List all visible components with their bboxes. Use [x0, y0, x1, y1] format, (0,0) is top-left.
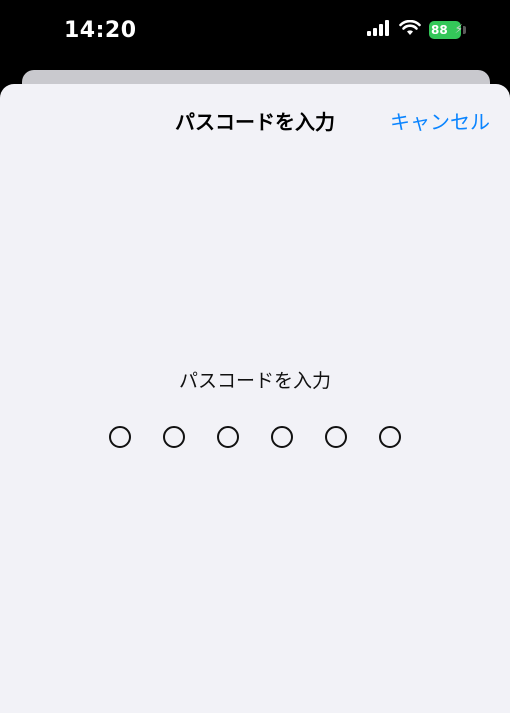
- passcode-dot: [325, 426, 347, 448]
- passcode-sheet: パスコードを入力 キャンセル パスコードを入力: [0, 84, 510, 713]
- passcode-dot: [163, 426, 185, 448]
- cancel-button[interactable]: キャンセル: [390, 106, 490, 135]
- wifi-icon: [399, 19, 421, 40]
- passcode-prompt: パスコードを入力: [178, 370, 331, 392]
- passcode-dot: [217, 426, 239, 448]
- status-icons: 88 ⚡: [367, 19, 466, 40]
- status-time: 14:20: [64, 18, 137, 43]
- battery-cap: [463, 26, 466, 34]
- passcode-dot: [109, 426, 131, 448]
- charging-icon: ⚡: [454, 22, 463, 36]
- passcode-dots[interactable]: [0, 426, 510, 448]
- passcode-dot: [271, 426, 293, 448]
- passcode-dot: [379, 426, 401, 448]
- signal-icon: [367, 20, 391, 40]
- battery-icon: 88 ⚡: [429, 21, 463, 39]
- status-bar: 14:20 88 ⚡: [0, 0, 510, 64]
- battery-level: 88: [431, 23, 448, 37]
